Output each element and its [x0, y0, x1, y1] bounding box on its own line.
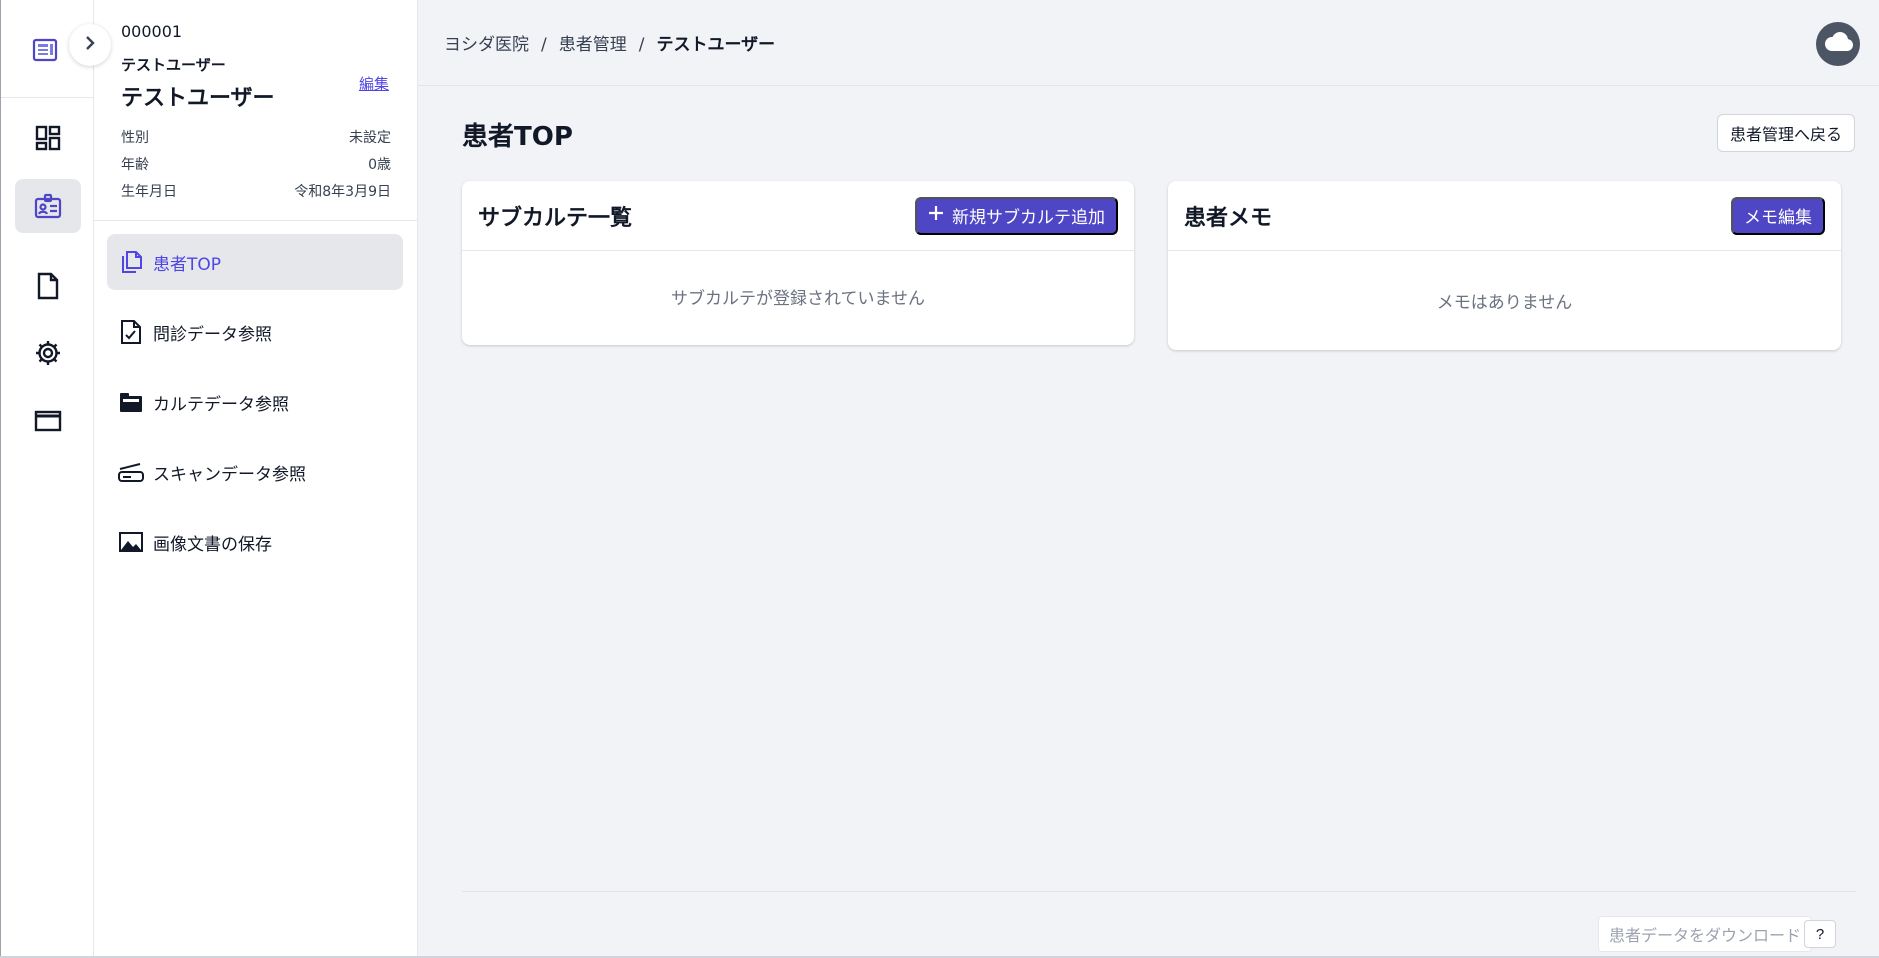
copy-icon	[117, 248, 145, 276]
subkarte-title: サブカルテ一覧	[478, 205, 633, 231]
app-logo-icon[interactable]	[31, 35, 61, 65]
nav-item-save-image-document[interactable]: 画像文書の保存	[107, 514, 403, 570]
subkarte-empty-message: サブカルテが登録されていません	[671, 289, 925, 309]
rail-window-button[interactable]	[15, 394, 81, 448]
nav-item-label: 患者TOP	[153, 254, 222, 275]
nav-item-label: スキャンデータ参照	[153, 464, 306, 485]
breadcrumb-separator: /	[638, 35, 645, 55]
help-button[interactable]: ?	[1804, 920, 1836, 948]
edit-patient-link[interactable]: 編集	[359, 73, 389, 94]
sidebar-divider	[94, 220, 418, 221]
rail-dashboard-button[interactable]	[15, 111, 81, 165]
nav-item-patient-top[interactable]: 患者TOP	[107, 234, 403, 290]
patient-memo-card: 患者メモ メモ編集 メモはありません	[1168, 181, 1841, 350]
field-label: 性別	[121, 130, 149, 146]
patient-field-birthdate: 生年月日 令和8年3月9日	[121, 181, 391, 201]
edit-memo-button[interactable]: メモ編集	[1731, 196, 1825, 235]
field-value: 0歳	[368, 157, 391, 173]
chevron-right-icon	[83, 35, 97, 55]
cloud-icon	[1822, 31, 1854, 58]
page-title: 患者TOP	[462, 122, 573, 152]
scanner-icon	[117, 458, 145, 486]
window-icon	[34, 409, 62, 433]
folder-icon	[117, 388, 145, 416]
download-patient-data-button[interactable]: 患者データをダウンロード	[1598, 916, 1813, 952]
dashboard-icon	[35, 125, 61, 151]
document-check-icon	[117, 318, 145, 346]
breadcrumb: ヨシダ医院 / 患者管理 / テストユーザー	[444, 30, 775, 55]
rail-patient-button[interactable]	[15, 179, 81, 233]
patient-id-icon	[34, 192, 62, 220]
cloud-sync-button[interactable]	[1816, 22, 1860, 66]
image-icon	[117, 528, 145, 556]
nav-item-label: カルテデータ参照	[153, 394, 289, 415]
memo-title: 患者メモ	[1184, 205, 1273, 231]
breadcrumb-current: テストユーザー	[656, 35, 776, 55]
footer-divider	[462, 891, 1856, 892]
icon-rail	[0, 0, 95, 956]
add-subkarte-label: 新規サブカルテ追加	[952, 208, 1105, 227]
nav-item-label: 画像文書の保存	[153, 534, 272, 555]
nav-item-label: 問診データ参照	[153, 324, 272, 345]
nav-item-chart-data[interactable]: カルテデータ参照	[107, 374, 403, 430]
rail-divider	[1, 97, 95, 98]
patient-name: テストユーザー	[121, 86, 275, 111]
patient-field-sex: 性別 未設定	[121, 127, 391, 147]
add-subkarte-button[interactable]: 新規サブカルテ追加	[915, 196, 1118, 235]
patient-sidebar: 000001 テストユーザー テストユーザー 編集 性別 未設定 年齢 0歳 生…	[94, 0, 418, 956]
subkarte-card-header: サブカルテ一覧 新規サブカルテ追加	[462, 181, 1134, 251]
main-content: ヨシダ医院 / 患者管理 / テストユーザー 患者TOP 患者管理へ戻る サブカルテ一覧…	[418, 0, 1879, 956]
subkarte-card: サブカルテ一覧 新規サブカルテ追加 サブカルテが登録されていません	[462, 181, 1134, 345]
breadcrumb-patient-management[interactable]: 患者管理	[559, 35, 627, 55]
field-label: 生年月日	[121, 184, 177, 200]
sidebar-toggle-button[interactable]	[69, 24, 111, 66]
field-value: 令和8年3月9日	[294, 184, 391, 200]
top-bar: ヨシダ医院 / 患者管理 / テストユーザー	[418, 0, 1879, 86]
patient-id: 000001	[121, 22, 183, 41]
field-value: 未設定	[349, 130, 391, 146]
rail-file-button[interactable]	[15, 259, 81, 313]
gear-icon	[34, 339, 62, 367]
nav-item-interview-data[interactable]: 問診データ参照	[107, 304, 403, 360]
file-icon	[36, 272, 60, 300]
nav-item-scan-data[interactable]: スキャンデータ参照	[107, 444, 403, 500]
field-label: 年齢	[121, 157, 149, 173]
patient-field-age: 年齢 0歳	[121, 154, 391, 174]
memo-empty-message: メモはありません	[1436, 293, 1573, 313]
back-to-patient-management-button[interactable]: 患者管理へ戻る	[1716, 114, 1855, 152]
plus-icon	[928, 205, 944, 226]
memo-card-header: 患者メモ メモ編集	[1168, 181, 1841, 251]
breadcrumb-separator: /	[541, 35, 547, 55]
rail-settings-button[interactable]	[15, 326, 81, 380]
patient-kana: テストユーザー	[121, 56, 226, 74]
breadcrumb-clinic[interactable]: ヨシダ医院	[444, 35, 529, 55]
